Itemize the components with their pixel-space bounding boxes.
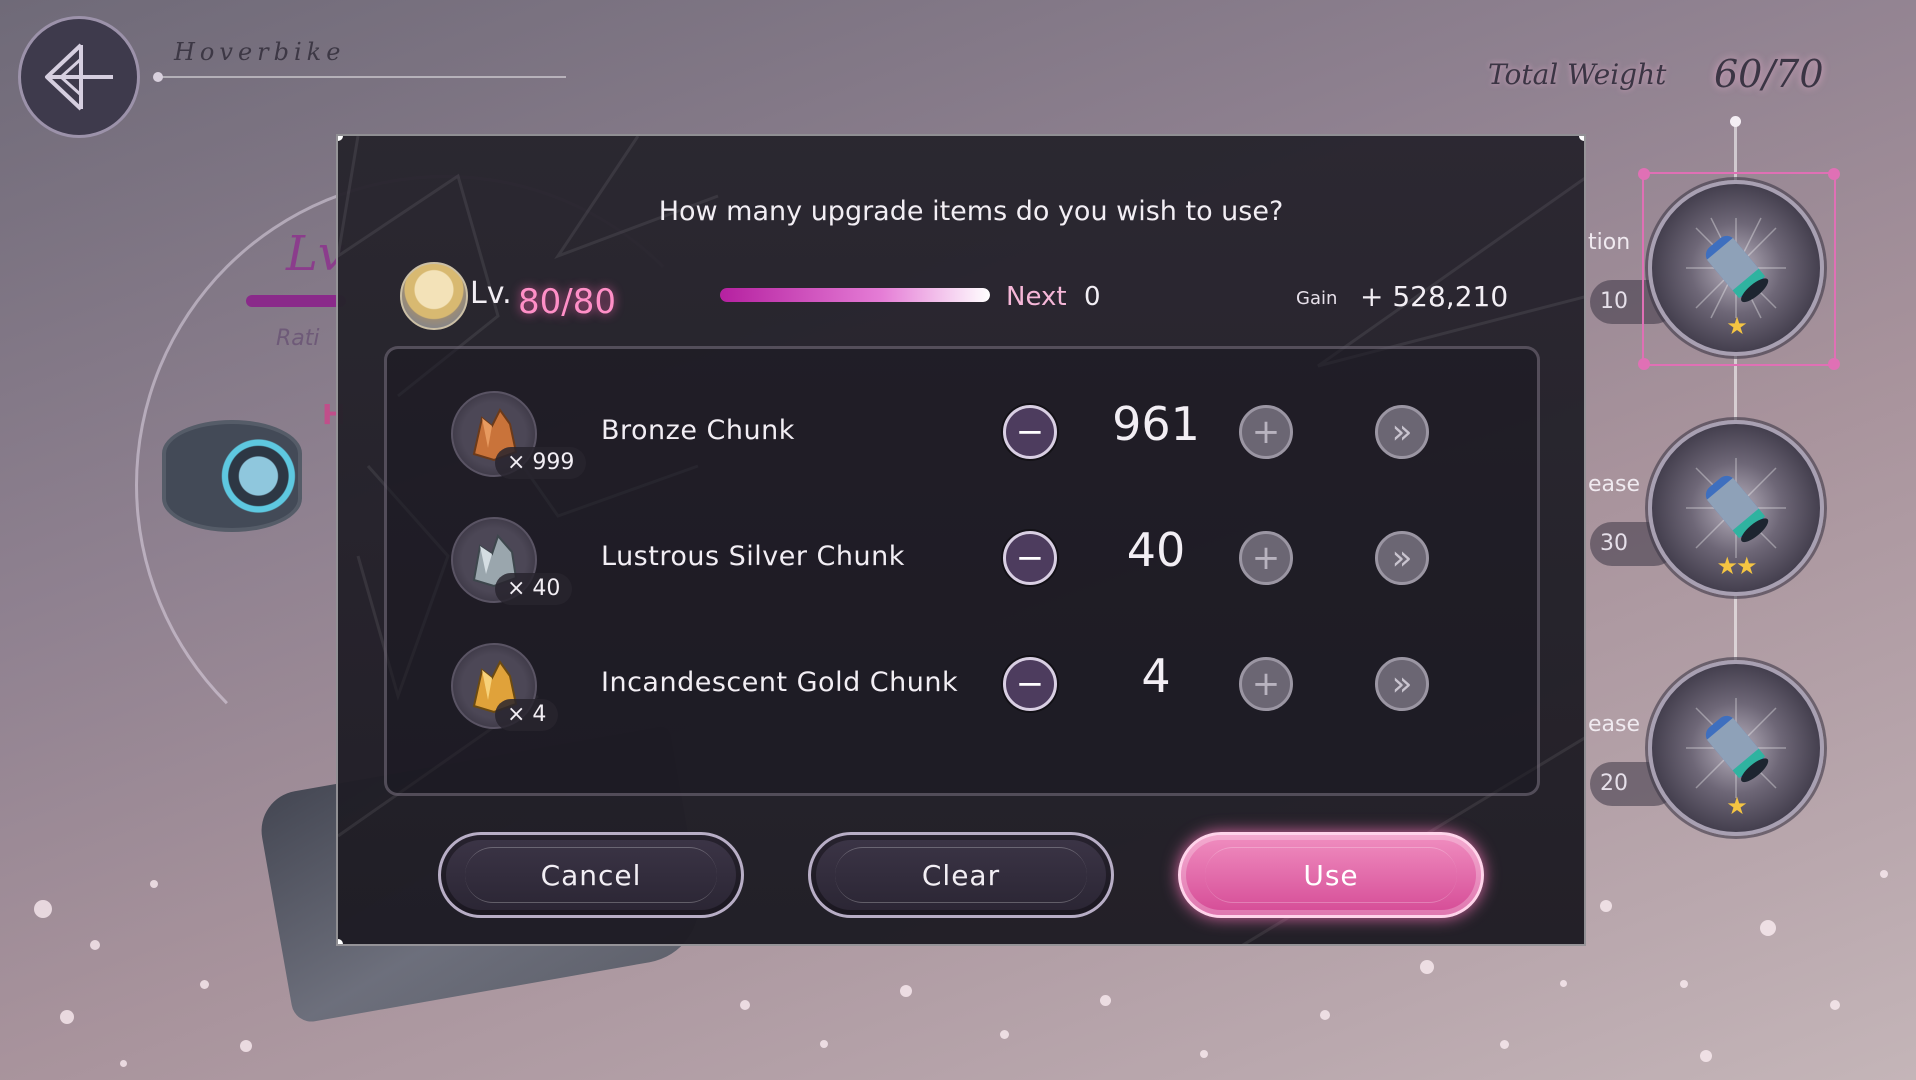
skill-tree-top-dot (1730, 116, 1741, 127)
exp-progress-fill (720, 288, 990, 302)
plus-icon: + (1251, 412, 1281, 452)
back-button[interactable] (18, 16, 140, 138)
double-chevron-right-icon: » (1391, 538, 1413, 578)
corner-dot (1579, 136, 1584, 141)
character-avatar (400, 262, 468, 330)
dialog-question: How many upgrade items do you wish to us… (658, 196, 1284, 227)
item-row-incandescent-gold-chunk: × 4 Incandescent Gold Chunk − 4 + » (387, 629, 1537, 739)
back-arrow-icon (45, 43, 113, 111)
background-rating-text: Rati (276, 326, 320, 351)
max-quantity-button[interactable]: » (1375, 531, 1429, 585)
battery-cell-icon (1686, 458, 1786, 558)
item-quantity: 961 (1112, 397, 1200, 451)
corner-dot (338, 939, 343, 944)
upgrade-items-panel: × 999 Bronze Chunk − 961 + » × 40 Lustro… (384, 346, 1540, 796)
background-level-bar (246, 295, 346, 307)
corner-dot (338, 136, 343, 141)
item-owned-count: × 4 (495, 699, 559, 731)
item-quantity: 4 (1141, 649, 1171, 703)
skill-node-label: ease (1588, 472, 1641, 497)
skill-node-label: ease (1588, 712, 1641, 737)
page-title: Hoverbike (174, 38, 346, 66)
level-label: Lv. (470, 276, 512, 311)
use-button[interactable]: Use (1178, 832, 1484, 918)
total-weight-value: 60/70 (1714, 52, 1824, 96)
decrease-quantity-button[interactable]: − (1003, 531, 1057, 585)
minus-icon: − (1015, 412, 1045, 452)
skill-node-3[interactable]: ★ (1648, 660, 1824, 836)
next-value: 0 (1084, 282, 1101, 312)
increase-quantity-button[interactable]: + (1239, 405, 1293, 459)
cancel-button[interactable]: Cancel (438, 832, 744, 918)
decrease-quantity-button[interactable]: − (1003, 405, 1057, 459)
item-quantity: 40 (1126, 523, 1186, 577)
item-row-lustrous-silver-chunk: × 40 Lustrous Silver Chunk − 40 + » (387, 503, 1537, 613)
item-name: Incandescent Gold Chunk (601, 667, 959, 698)
max-quantity-button[interactable]: » (1375, 657, 1429, 711)
exp-progress-bar (720, 288, 990, 302)
upgrade-items-dialog: How many upgrade items do you wish to us… (336, 134, 1586, 946)
minus-icon: − (1015, 664, 1045, 704)
clear-button-label: Clear (921, 858, 1001, 892)
gain-value: + 528,210 (1360, 280, 1509, 313)
double-chevron-right-icon: » (1391, 412, 1413, 452)
gain-label: Gain (1296, 288, 1338, 309)
plus-icon: + (1251, 664, 1281, 704)
skill-node-label: tion (1588, 230, 1631, 255)
title-underline (153, 72, 566, 82)
plus-icon: + (1251, 538, 1281, 578)
clear-button[interactable]: Clear (808, 832, 1114, 918)
next-label: Next (1006, 282, 1067, 312)
battery-cell-icon (1686, 698, 1786, 798)
total-weight-label: Total Weight (1488, 58, 1667, 91)
item-name: Bronze Chunk (601, 415, 795, 446)
minus-icon: − (1015, 538, 1045, 578)
background-part-image (162, 420, 302, 532)
increase-quantity-button[interactable]: + (1239, 657, 1293, 711)
max-quantity-button[interactable]: » (1375, 405, 1429, 459)
skill-node-stars: ★★ (1716, 552, 1757, 580)
double-chevron-right-icon: » (1391, 664, 1413, 704)
selection-frame (1638, 168, 1840, 370)
item-owned-count: × 999 (495, 447, 587, 479)
level-value: 80/80 (518, 282, 616, 322)
item-owned-count: × 40 (495, 573, 573, 605)
skill-node-2[interactable]: ★★ (1648, 420, 1824, 596)
skill-node-stars: ★ (1726, 792, 1748, 820)
item-name: Lustrous Silver Chunk (601, 541, 905, 572)
use-button-label: Use (1303, 858, 1359, 892)
item-row-bronze-chunk: × 999 Bronze Chunk − 961 + » (387, 377, 1537, 487)
decrease-quantity-button[interactable]: − (1003, 657, 1057, 711)
increase-quantity-button[interactable]: + (1239, 531, 1293, 585)
cancel-button-label: Cancel (540, 858, 642, 892)
